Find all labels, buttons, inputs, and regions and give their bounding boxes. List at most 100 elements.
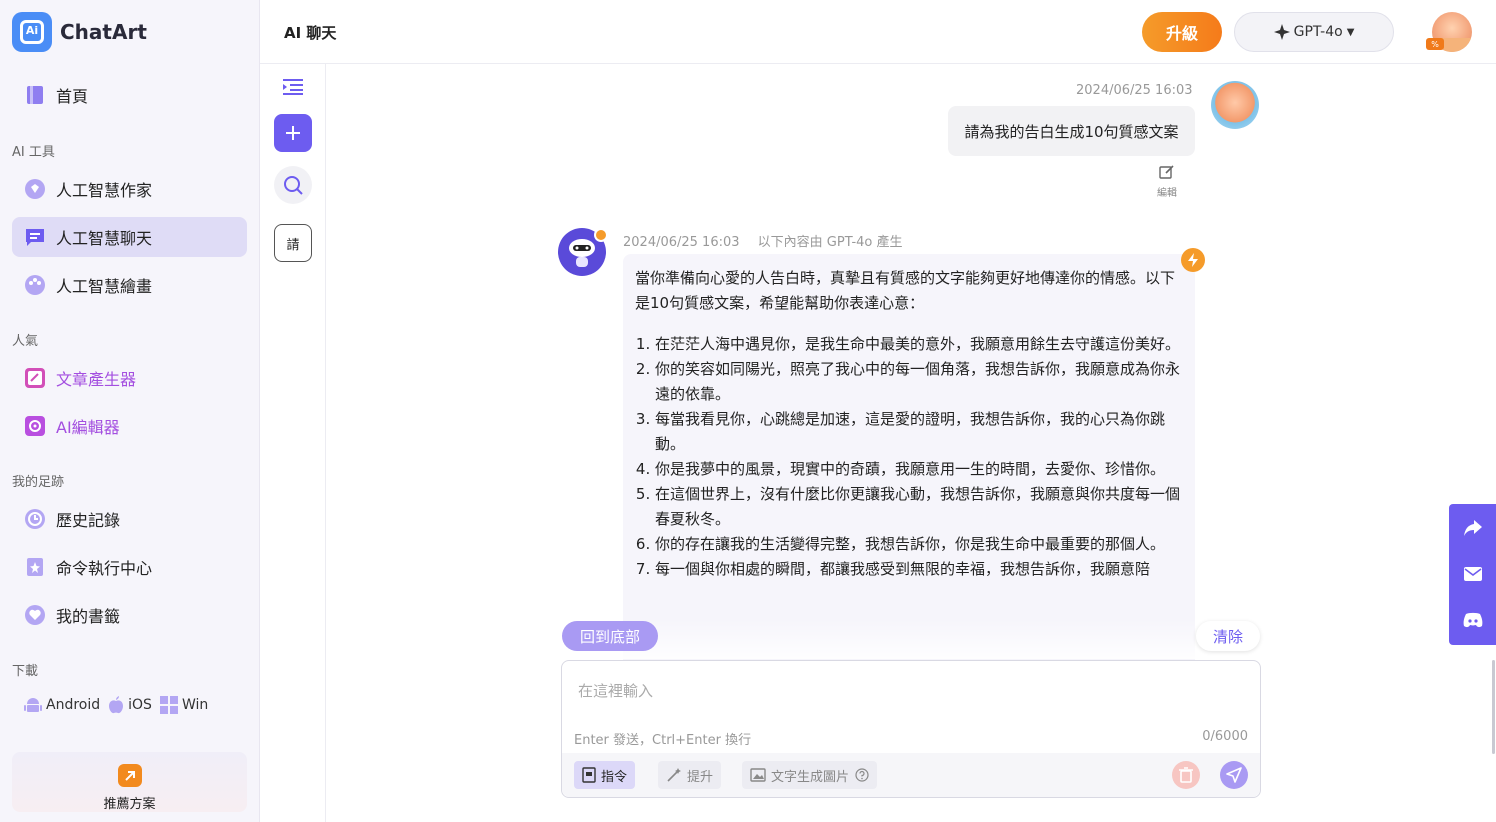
new-chat-button[interactable]	[274, 114, 312, 152]
sidebar-item-label: 人工智慧聊天	[56, 229, 153, 248]
composer-toolbar: 指令 提升 文字生成圖片	[562, 753, 1260, 797]
header: AI 聊天 升級 GPT-4o ▼ %	[260, 0, 1496, 64]
edit-label: 編輯	[1157, 188, 1177, 199]
list-item: 在這個世界上，沒有什麼比你更讓我心動，我想告訴你，我願意與你共度每一個春夏秋冬。	[655, 482, 1185, 532]
message-fade-overlay	[623, 619, 1195, 659]
gear-icon	[24, 415, 46, 437]
bot-status-badge	[594, 228, 608, 242]
user-message-bubble: 請為我的告白生成10句質感文案	[948, 106, 1195, 156]
arrow-up-right-icon	[117, 764, 142, 787]
list-item: 在茫茫人海中遇見你，是我生命中最美的意外，我願意用餘生去守護這份美好。	[655, 332, 1185, 357]
bot-message-source: 以下內容由 GPT-4o 產生	[757, 235, 903, 250]
char-count: 0/6000	[1202, 729, 1248, 744]
message-input[interactable]	[578, 679, 1238, 703]
sidebar-item-ai-writer[interactable]: 人工智慧作家	[12, 169, 247, 209]
sidebar-item-label: 文章產生器	[56, 370, 137, 389]
download-windows[interactable]: Win	[159, 696, 208, 714]
bookmark-page-icon	[24, 84, 46, 106]
sidebar-item-ai-chat[interactable]: 人工智慧聊天	[12, 217, 247, 257]
section-footprint: 我的足跡	[12, 475, 65, 490]
user-message-timestamp: 2024/06/25 16:03	[1076, 83, 1193, 98]
share-button[interactable]	[1461, 516, 1485, 540]
discord-icon	[1463, 612, 1483, 628]
sidebar-item-label: 人工智慧繪畫	[56, 277, 153, 296]
help-icon[interactable]	[855, 768, 869, 782]
sidebar-item-history[interactable]: 歷史記錄	[12, 499, 247, 539]
sidebar-item-label: 歷史記錄	[56, 511, 121, 530]
prompt-doc-icon	[582, 767, 596, 783]
image-icon	[750, 768, 766, 782]
composer-hint: Enter 發送，Ctrl+Enter 換行	[574, 733, 752, 748]
bot-message-timestamp: 2024/06/25 16:03	[623, 235, 740, 250]
list-item: 你的笑容如同陽光，照亮了我心中的每一個角落，我想告訴你，我願意成為你永遠的依靠。	[655, 357, 1185, 407]
section-download: 下載	[12, 664, 39, 679]
list-item: 你的存在讓我的生活變得完整，我想告訴你，你是我生命中最重要的那個人。	[655, 532, 1185, 557]
edit-message-button[interactable]: 編輯	[1152, 164, 1182, 199]
bot-message-bubble: 當你準備向心愛的人告白時，真摯且有質感的文字能夠更好地傳達你的情感。以下是10句…	[623, 254, 1195, 674]
scrollbar[interactable]	[1492, 660, 1495, 754]
discord-share-button[interactable]	[1461, 608, 1485, 632]
sidebar-item-home[interactable]: 首頁	[12, 75, 247, 115]
android-icon	[24, 698, 42, 712]
toggle-list-button[interactable]	[274, 68, 312, 106]
clear-chat-button[interactable]: 清除	[1196, 621, 1260, 651]
text-to-image-chip[interactable]: 文字生成圖片	[742, 761, 878, 789]
robot-icon	[569, 239, 595, 267]
command-icon	[24, 556, 46, 578]
prompt-button[interactable]: 請	[274, 224, 312, 262]
sidebar-item-article-generator[interactable]: 文章產生器	[12, 358, 247, 398]
section-ai-tools: AI 工具	[12, 145, 55, 160]
writer-icon	[24, 178, 46, 200]
promo-label: 推薦方案	[103, 797, 156, 812]
send-button[interactable]	[1220, 761, 1248, 789]
sidebar-item-label: 人工智慧作家	[56, 181, 153, 200]
plus-icon	[286, 126, 300, 140]
sidebar-item-command-center[interactable]: 命令執行中心	[12, 547, 247, 587]
chat-tool-column: 請	[260, 64, 326, 822]
email-share-button[interactable]	[1461, 562, 1485, 586]
apple-icon	[109, 696, 124, 714]
article-icon	[24, 367, 46, 389]
bot-message-meta: 2024/06/25 16:03 以下內容由 GPT-4o 產生	[623, 231, 903, 250]
logo-icon: Ai	[12, 12, 52, 52]
indent-list-icon	[283, 79, 303, 95]
message-composer: Enter 發送，Ctrl+Enter 換行 0/6000 指令 提升 文字生成…	[561, 660, 1261, 798]
enhance-chip[interactable]: 提升	[658, 761, 722, 789]
clock-icon	[24, 508, 46, 530]
sidebar-item-label: 命令執行中心	[56, 559, 153, 578]
download-links: Android iOS Win	[24, 696, 216, 714]
discount-badge: %	[1426, 38, 1444, 50]
search-icon	[284, 176, 303, 195]
sidebar-item-ai-painting[interactable]: 人工智慧繪畫	[12, 265, 247, 305]
palette-icon	[24, 274, 46, 296]
trash-icon	[1179, 767, 1193, 783]
delete-button[interactable]	[1172, 761, 1200, 789]
search-button[interactable]	[274, 166, 312, 204]
app-logo[interactable]: Ai ChatArt	[12, 12, 147, 52]
heart-icon	[24, 604, 46, 626]
spark-icon	[1273, 24, 1290, 40]
sidebar-item-ai-editor[interactable]: AI編輯器	[12, 406, 247, 446]
model-selector[interactable]: GPT-4o ▼	[1234, 12, 1394, 52]
share-arrow-icon	[1464, 520, 1482, 536]
back-to-bottom-button[interactable]: 回到底部	[562, 621, 658, 651]
sidebar-item-label: 首頁	[56, 87, 89, 106]
model-name: GPT-4o	[1293, 24, 1343, 40]
promo-plan-card[interactable]: 推薦方案	[12, 752, 247, 812]
list-item: 每一個與你相處的瞬間，都讓我感受到無限的幸福，我想告訴你，我願意陪	[655, 557, 1185, 582]
edit-icon	[1159, 165, 1174, 179]
bot-message-intro: 當你準備向心愛的人告白時，真摯且有質感的文字能夠更好地傳達你的情感。以下是10句…	[635, 269, 1176, 312]
caret-down-icon: ▼	[1346, 26, 1355, 38]
sidebar: Ai ChatArt 首頁 AI 工具 人工智慧作家 人工智慧聊天 人工智慧繪畫…	[0, 0, 260, 822]
download-ios[interactable]: iOS	[108, 696, 152, 714]
app-name: ChatArt	[60, 20, 147, 44]
download-android[interactable]: Android	[24, 696, 100, 714]
upgrade-button[interactable]: 升級	[1142, 12, 1222, 52]
bot-message-list: 在茫茫人海中遇見你，是我生命中最美的意外，我願意用餘生去守護這份美好。 你的笑容…	[635, 332, 1185, 582]
magic-wand-icon	[667, 768, 681, 782]
send-icon	[1226, 767, 1242, 783]
lightning-icon[interactable]	[1181, 248, 1205, 272]
prompt-chip[interactable]: 指令	[574, 761, 636, 789]
sidebar-item-bookmarks[interactable]: 我的書籤	[12, 595, 247, 635]
user-message-avatar	[1211, 81, 1259, 129]
